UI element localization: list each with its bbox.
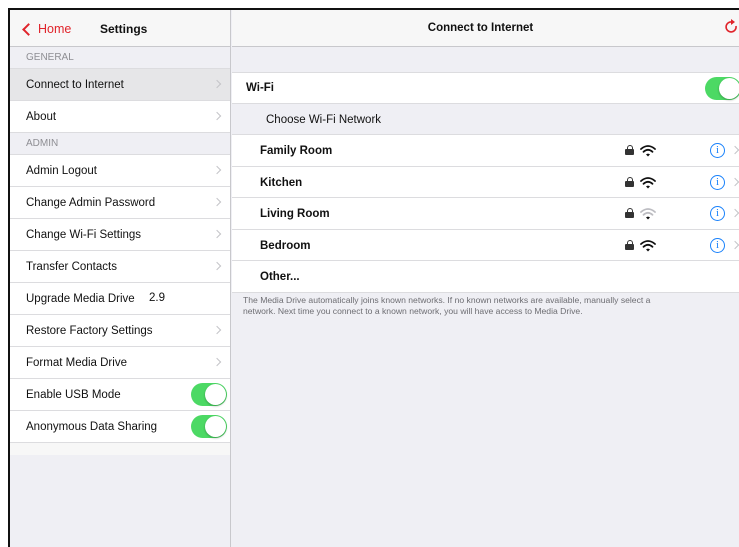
network-row-bedroom[interactable]: Bedroom i	[232, 230, 739, 261]
chevron-left-icon	[22, 22, 35, 36]
network-row-family-room[interactable]: Family Room i	[232, 135, 739, 167]
sidebar-item-format-media-drive[interactable]: Format Media Drive	[10, 347, 230, 379]
sidebar-header: Home Settings	[10, 10, 230, 47]
sidebar-item-label: About	[26, 110, 57, 123]
chevron-right-icon	[212, 229, 222, 239]
toggle-knob	[205, 416, 226, 437]
wifi-signal-icon	[640, 207, 656, 220]
enable-usb-mode-toggle[interactable]	[191, 383, 227, 406]
sidebar-item-change-wi-fi-settings[interactable]: Change Wi-Fi Settings	[10, 219, 230, 251]
sidebar-item-label: Change Admin Password	[26, 196, 156, 209]
sidebar-item-restore-factory-settings[interactable]: Restore Factory Settings	[10, 315, 230, 347]
chevron-right-icon	[212, 357, 222, 367]
chevron-right-icon	[730, 208, 739, 218]
chevron-right-icon	[730, 145, 739, 155]
network-list: Family Room i Kitchen i Living Room i Bedroom i…	[232, 134, 739, 293]
wifi-signal-icon	[640, 144, 656, 157]
sidebar-item-label: Anonymous Data Sharing	[26, 420, 158, 433]
auto-join-footnote: The Media Drive automatically joins know…	[243, 295, 651, 316]
network-row-living-room[interactable]: Living Room i	[232, 198, 739, 230]
info-icon[interactable]: i	[710, 174, 725, 190]
settings-sidebar: Home Settings GENERAL Connect to Interne…	[10, 10, 231, 547]
sidebar-item-change-admin-password[interactable]: Change Admin Password	[10, 187, 230, 219]
chevron-right-icon	[212, 197, 222, 207]
info-icon[interactable]: i	[710, 237, 725, 253]
home-back-label: Home	[38, 22, 72, 36]
chevron-right-icon	[212, 261, 222, 271]
other-network-label: Other...	[260, 271, 300, 283]
sidebar-item-connect-to-internet[interactable]: Connect to Internet	[10, 69, 230, 101]
sidebar-item-enable-usb-mode[interactable]: Enable USB Mode	[10, 379, 230, 411]
sidebar-item-admin-logout[interactable]: Admin Logout	[10, 155, 230, 187]
network-name: Living Room	[260, 208, 330, 220]
sidebar-item-label: Upgrade Media Drive	[26, 292, 135, 305]
home-back-button[interactable]: Home	[22, 22, 72, 36]
wifi-signal-icon	[640, 239, 656, 251]
toggle-knob	[719, 78, 739, 99]
connect-to-internet-panel: Connect to Internet Wi-Fi Choose Wi-Fi N…	[232, 10, 739, 547]
chevron-right-icon	[212, 111, 222, 121]
lock-icon	[625, 145, 634, 155]
sidebar-item-label: Transfer Contacts	[26, 260, 117, 273]
sidebar-empty-space	[10, 455, 230, 547]
main-header: Connect to Internet	[232, 10, 739, 47]
version-value: 2.9	[149, 292, 165, 304]
sidebar-title: Settings	[100, 22, 148, 36]
network-name: Family Room	[260, 145, 333, 157]
general-list: Connect to Internet About	[10, 69, 230, 133]
sidebar-item-transfer-contacts[interactable]: Transfer Contacts	[10, 251, 230, 283]
anonymous-data-sharing-toggle[interactable]	[191, 415, 227, 438]
sidebar-item-anonymous-data-sharing[interactable]: Anonymous Data Sharing	[10, 411, 230, 443]
admin-list: Admin Logout Change Admin Password Change …	[10, 155, 230, 443]
wifi-signal-icon	[640, 176, 656, 188]
sidebar-item-label: Connect to Internet	[26, 78, 124, 91]
sidebar-item-label: Restore Factory Settings	[26, 324, 153, 337]
chevron-right-icon	[212, 79, 222, 89]
network-row-other[interactable]: Other...	[232, 261, 739, 293]
network-name: Bedroom	[260, 239, 311, 252]
lock-icon	[625, 176, 634, 187]
lock-icon	[625, 208, 634, 218]
chevron-right-icon	[730, 240, 739, 249]
chevron-right-icon	[730, 177, 739, 186]
wifi-toggle-row: Wi-Fi	[232, 72, 739, 104]
network-row-kitchen[interactable]: Kitchen i	[232, 167, 739, 198]
sidebar-item-label: Change Wi-Fi Settings	[26, 228, 142, 241]
info-icon[interactable]: i	[710, 206, 725, 221]
app-frame: Home Settings GENERAL Connect to Interne…	[8, 8, 739, 547]
network-name: Kitchen	[260, 176, 303, 189]
section-label-admin: ADMIN	[10, 133, 230, 155]
wifi-label: Wi-Fi	[246, 82, 274, 94]
section-label-general: GENERAL	[10, 47, 230, 69]
chevron-right-icon	[212, 325, 222, 335]
info-icon[interactable]: i	[710, 143, 725, 158]
sidebar-item-label: Enable USB Mode	[26, 388, 121, 401]
wifi-toggle[interactable]	[705, 77, 739, 100]
sidebar-item-upgrade-media-drive[interactable]: Upgrade Media Drive 2.9	[10, 283, 230, 315]
choose-network-label: Choose Wi-Fi Network	[266, 114, 382, 126]
chevron-right-icon	[212, 165, 222, 175]
sidebar-item-label: Format Media Drive	[26, 356, 127, 369]
refresh-icon[interactable]	[725, 19, 739, 35]
lock-icon	[625, 239, 634, 250]
sidebar-item-label: Admin Logout	[26, 164, 97, 177]
sidebar-item-about[interactable]: About	[10, 101, 230, 133]
toggle-knob	[205, 384, 226, 405]
page-title: Connect to Internet	[427, 22, 534, 34]
